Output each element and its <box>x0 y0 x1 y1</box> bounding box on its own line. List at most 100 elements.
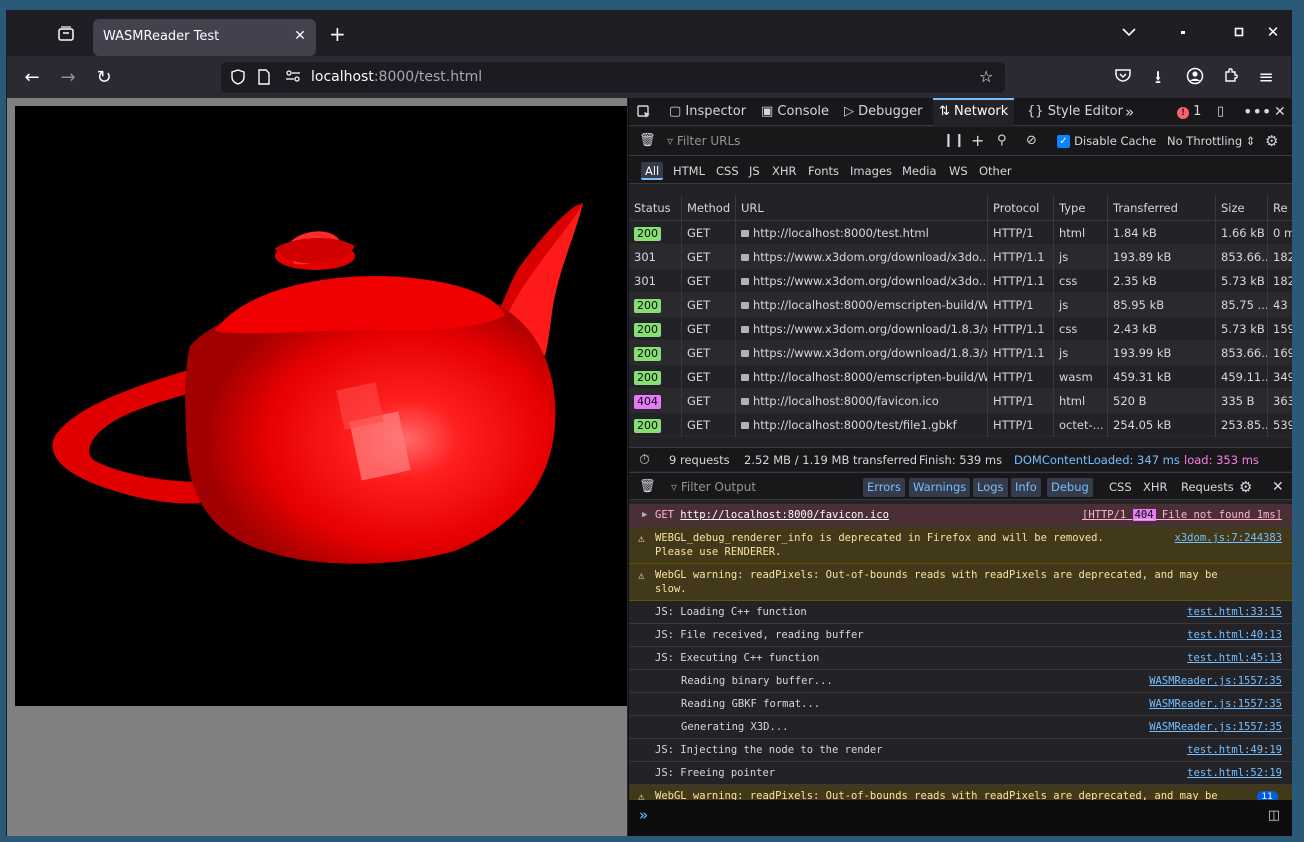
message-source-link[interactable]: x3dom.js:7:244383 <box>1175 531 1282 545</box>
filter-output-input[interactable]: ▿ Filter Output <box>671 473 756 501</box>
options-menu-icon[interactable]: ••• <box>1243 98 1271 126</box>
reload-icon[interactable]: ↻ <box>93 67 115 89</box>
back-icon[interactable]: ← <box>21 67 43 89</box>
console-log-message[interactable]: Generating X3D... WASMReader.js:1557:35 <box>629 716 1292 739</box>
close-console-icon[interactable]: ✕ <box>1272 473 1284 501</box>
tab-debugger[interactable]: ▷ Debugger <box>844 98 923 126</box>
filter-info[interactable]: Info <box>1011 478 1041 497</box>
request-row[interactable]: 404 GET http://localhost:8000/favicon.ic… <box>629 389 1292 413</box>
filter-logs[interactable]: Logs <box>973 478 1008 497</box>
more-tools-icon[interactable]: » <box>1125 98 1134 126</box>
message-source-link[interactable]: WASMReader.js:1557:35 <box>1149 720 1282 734</box>
filter-urls-input[interactable]: ▿ Filter URLs <box>667 127 929 155</box>
request-row[interactable]: 200 GET http://localhost:8000/emscripten… <box>629 293 1292 317</box>
tab-network[interactable]: ⇅ Network <box>933 98 1015 126</box>
request-row[interactable]: 200 GET http://localhost:8000/test.html … <box>629 221 1292 245</box>
extensions-icon[interactable] <box>1220 67 1242 89</box>
filter-ws[interactable]: WS <box>945 162 972 180</box>
console-error-message[interactable]: ▶ GET http://localhost:8000/favicon.ico … <box>629 504 1292 527</box>
filter-other[interactable]: Other <box>975 162 1016 180</box>
message-source-link[interactable]: test.html:40:13 <box>1187 628 1282 642</box>
col-transferred[interactable]: Transferred <box>1107 195 1215 221</box>
filter-xhr-messages[interactable]: XHR <box>1139 478 1172 497</box>
throttling-select[interactable]: No Throttling ⇕ <box>1167 127 1255 155</box>
bookmark-star-icon[interactable]: ☆ <box>979 67 993 86</box>
minimize-icon[interactable] <box>1173 23 1193 41</box>
message-source-link[interactable]: test.html:33:15 <box>1187 605 1282 619</box>
col-method[interactable]: Method <box>681 195 735 221</box>
block-icon[interactable]: ⊘ <box>1026 127 1037 155</box>
filter-images[interactable]: Images <box>846 162 896 180</box>
filter-requests-messages[interactable]: Requests <box>1177 478 1238 497</box>
filter-html[interactable]: HTML <box>669 162 709 180</box>
disable-cache-checkbox[interactable]: ✓ Disable Cache <box>1057 127 1156 155</box>
message-source-link[interactable]: WASMReader.js:1557:35 <box>1149 697 1282 711</box>
col-url[interactable]: URL <box>735 195 987 221</box>
add-icon[interactable]: + <box>971 127 984 155</box>
console-log-message[interactable]: Reading GBKF format... WASMReader.js:155… <box>629 693 1292 716</box>
filter-all[interactable]: All <box>641 162 664 180</box>
request-row[interactable]: 200 GET https://www.x3dom.org/download/1… <box>629 317 1292 341</box>
col-response[interactable]: Re <box>1267 195 1297 221</box>
console-input[interactable]: » ◫ <box>629 800 1292 836</box>
request-row[interactable]: 200 GET http://localhost:8000/emscripten… <box>629 365 1292 389</box>
permissions-icon[interactable] <box>285 69 301 87</box>
pause-icon[interactable]: ❙❙ <box>943 127 965 155</box>
request-row[interactable]: 301 GET https://www.x3dom.org/download/x… <box>629 269 1292 293</box>
request-row[interactable]: 200 GET http://localhost:8000/test/file1… <box>629 413 1292 437</box>
console-warning-message[interactable]: ⚠ WEBGL_debug_renderer_info is deprecate… <box>629 527 1292 564</box>
filter-media[interactable]: Media <box>898 162 941 180</box>
timer-icon[interactable]: ⏱ <box>639 448 650 472</box>
col-size[interactable]: Size <box>1215 195 1267 221</box>
console-log-message[interactable]: JS: Executing C++ function test.html:45:… <box>629 647 1292 670</box>
url-text[interactable]: localhost:8000/test.html <box>311 69 482 85</box>
chevron-down-icon[interactable] <box>1119 23 1139 41</box>
console-log-message[interactable]: JS: Loading C++ function test.html:33:15 <box>629 601 1292 624</box>
message-source-link[interactable]: test.html:52:19 <box>1187 766 1282 780</box>
message-source-link[interactable]: WASMReader.js:1557:35 <box>1149 674 1282 688</box>
forward-icon[interactable]: → <box>57 67 79 89</box>
console-settings-icon[interactable]: ⚙ <box>1239 473 1252 501</box>
tab-inspector[interactable]: ▢ Inspector <box>669 98 746 126</box>
console-log-message[interactable]: JS: Injecting the node to the render tes… <box>629 739 1292 762</box>
clear-requests-icon[interactable]: 🗑 <box>639 127 656 155</box>
error-url[interactable]: http://localhost:8000/favicon.ico <box>680 509 889 521</box>
console-log-message[interactable]: JS: Freeing pointer test.html:52:19 <box>629 762 1292 785</box>
search-icon[interactable]: ⚲ <box>997 127 1007 155</box>
filter-fonts[interactable]: Fonts <box>804 162 843 180</box>
responsive-mode-icon[interactable]: ▯ <box>1217 98 1224 126</box>
tab-active[interactable]: WASMReader Test ✕ <box>93 19 316 56</box>
new-tab-button[interactable]: + <box>329 24 346 44</box>
x3d-canvas[interactable] <box>15 106 627 706</box>
message-source-link[interactable]: test.html:45:13 <box>1187 651 1282 665</box>
account-icon[interactable] <box>1184 67 1206 89</box>
filter-css-messages[interactable]: CSS <box>1105 478 1136 497</box>
network-settings-icon[interactable]: ⚙ <box>1265 127 1278 155</box>
maximize-icon[interactable] <box>1229 23 1249 41</box>
pocket-icon[interactable] <box>1112 67 1134 89</box>
error-count[interactable]: ! 1 <box>1177 98 1201 126</box>
filter-xhr[interactable]: XHR <box>768 162 801 180</box>
expand-arrow-icon[interactable]: ▶ <box>642 508 647 522</box>
col-type[interactable]: Type <box>1053 195 1107 221</box>
filter-js[interactable]: JS <box>745 162 764 180</box>
tab-console[interactable]: ▣ Console <box>761 98 829 126</box>
tab-style-editor[interactable]: {} Style Editor <box>1027 98 1123 126</box>
request-row[interactable]: 301 GET https://www.x3dom.org/download/x… <box>629 245 1292 269</box>
message-source-link[interactable]: test.html:49:19 <box>1187 743 1282 757</box>
filter-css[interactable]: CSS <box>712 162 743 180</box>
console-log-message[interactable]: Reading binary buffer... WASMReader.js:1… <box>629 670 1292 693</box>
clear-console-icon[interactable]: 🗑 <box>639 473 656 501</box>
console-log-message[interactable]: JS: File received, reading buffer test.h… <box>629 624 1292 647</box>
close-tab-icon[interactable]: ✕ <box>292 28 308 44</box>
console-warning-message[interactable]: ⚠ WebGL warning: readPixels: Out-of-boun… <box>629 564 1292 601</box>
filter-warnings[interactable]: Warnings <box>909 478 971 497</box>
close-devtools-icon[interactable]: ✕ <box>1274 98 1286 126</box>
col-status[interactable]: Status <box>629 195 681 221</box>
shield-icon[interactable] <box>231 69 245 89</box>
element-picker-icon[interactable] <box>637 98 651 126</box>
tab-list-icon[interactable] <box>57 26 75 42</box>
downloads-icon[interactable]: ⭳ <box>1147 67 1169 89</box>
filter-debug[interactable]: Debug <box>1047 478 1093 497</box>
col-protocol[interactable]: Protocol <box>987 195 1053 221</box>
